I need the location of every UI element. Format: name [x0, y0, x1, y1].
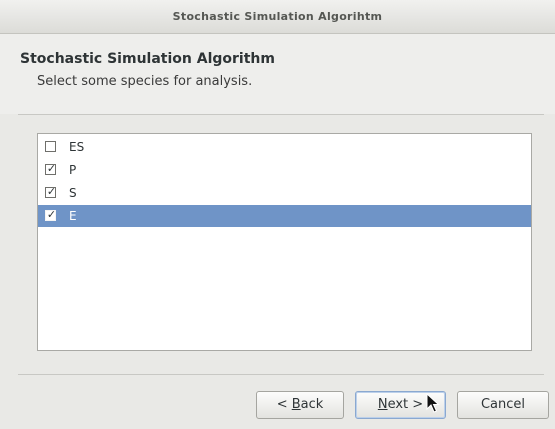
check-mark-icon: ✓ — [46, 185, 57, 198]
species-item-p[interactable]: ✓ P — [38, 159, 531, 181]
page-subtitle: Select some species for analysis. — [37, 74, 253, 89]
check-mark-icon: ✓ — [46, 162, 57, 175]
checkbox-icon[interactable]: ✓ — [45, 208, 57, 221]
page-title: Stochastic Simulation Algorithm — [20, 51, 275, 67]
wizard-page-header: Stochastic Simulation Algorithm Select s… — [0, 34, 555, 114]
mouse-pointer-icon — [426, 393, 440, 413]
footer-separator — [18, 374, 544, 375]
species-item-es[interactable]: ES — [38, 136, 531, 158]
window-titlebar[interactable]: Stochastic Simulation Algorihtm — [0, 0, 555, 34]
cancel-button[interactable]: Cancel — [457, 391, 549, 419]
checkbox-icon[interactable]: ✓ — [45, 185, 57, 198]
species-label: P — [69, 163, 77, 177]
back-mnemonic: B — [291, 397, 301, 412]
check-mark-icon: ✓ — [46, 208, 57, 221]
species-list[interactable]: ES ✓ P ✓ S ✓ E — [37, 133, 532, 351]
species-label: S — [69, 186, 77, 200]
back-button[interactable]: < Back — [256, 391, 344, 419]
species-item-e[interactable]: ✓ E — [38, 205, 531, 227]
header-separator — [18, 114, 544, 115]
back-prefix: < — [276, 397, 292, 412]
species-item-s[interactable]: ✓ S — [38, 182, 531, 204]
checkbox-icon[interactable] — [45, 141, 56, 152]
back-rest: ack — [300, 397, 324, 412]
next-rest: ext > — [387, 397, 424, 412]
species-label: ES — [69, 140, 85, 154]
window-title: Stochastic Simulation Algorihtm — [172, 10, 383, 23]
next-mnemonic: N — [377, 397, 388, 412]
checkbox-icon[interactable]: ✓ — [45, 162, 57, 175]
species-label: E — [69, 209, 77, 223]
